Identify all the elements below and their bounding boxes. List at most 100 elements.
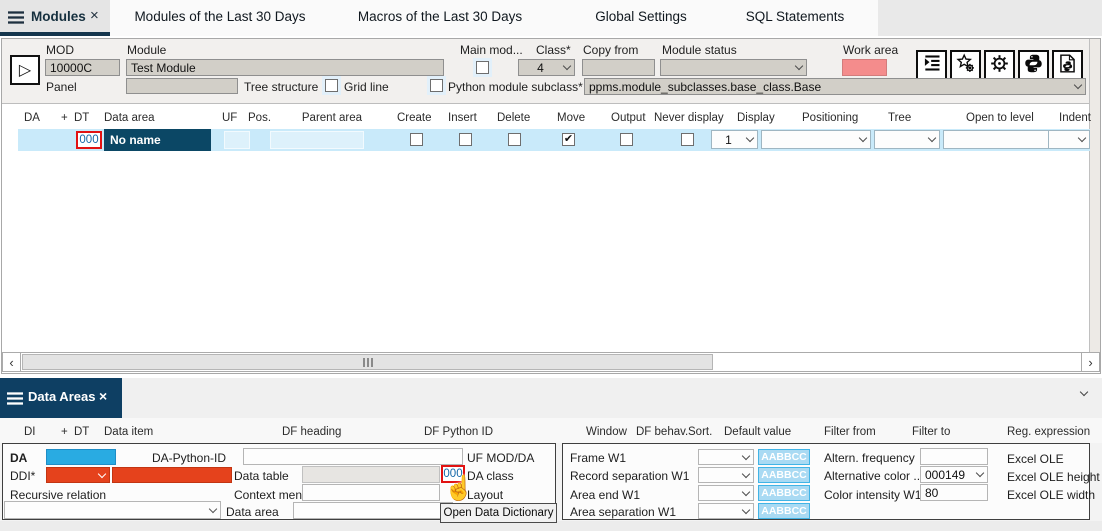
delete-checkbox[interactable] (508, 133, 521, 146)
dt-cell-highlighted[interactable]: 000 (76, 131, 102, 149)
tabbar-filler (878, 0, 1102, 36)
mod-input[interactable]: 10000C (45, 59, 120, 76)
altern-frequency-input[interactable] (920, 448, 988, 465)
create-checkbox[interactable] (410, 133, 423, 146)
module-value: Test Module (131, 61, 196, 75)
chevron-down-icon (859, 134, 867, 142)
display-select[interactable]: 1 (711, 130, 758, 149)
settings-button[interactable] (984, 50, 1015, 81)
work-area-input[interactable] (842, 59, 887, 76)
scrollbar-thumb[interactable] (22, 354, 713, 370)
python-subclass-checkbox[interactable] (430, 79, 443, 92)
parent-area-cell[interactable] (270, 131, 364, 149)
never-display-checkbox[interactable] (681, 133, 694, 146)
col-window: Window (586, 426, 627, 439)
color-intensity-w1-input[interactable]: 80 (920, 484, 988, 501)
data-area-label: Data area (226, 505, 279, 519)
col-sort: Sort. (688, 426, 712, 439)
col-di: DI (24, 426, 36, 439)
add-row-button[interactable]: + (61, 112, 68, 125)
area-separation-color-chip[interactable]: AABBCC (758, 503, 810, 519)
data-area-input[interactable] (293, 502, 453, 519)
class-select[interactable]: 4 (518, 59, 575, 76)
col-indent: Indent (1059, 112, 1091, 125)
move-checkbox[interactable]: ✔ (562, 133, 575, 146)
uf-mod-da-label: UF MOD/DA (467, 451, 534, 465)
arrow-right-icon: › (1088, 355, 1092, 370)
run-module-button[interactable]: ▷ (10, 55, 40, 85)
col-positioning: Positioning (802, 112, 858, 125)
context-menu-input[interactable] (302, 484, 440, 501)
module-status-select[interactable] (660, 59, 807, 76)
chevron-down-icon (742, 451, 750, 459)
frame-w1-select[interactable] (698, 449, 754, 465)
chevron-down-icon (1078, 134, 1086, 142)
tab-sql-statements[interactable]: SQL Statements (731, 9, 859, 24)
grid-line-checkbox[interactable] (325, 79, 338, 92)
menu-icon[interactable] (7, 392, 23, 410)
star-gear-settings-button[interactable] (950, 50, 981, 81)
tree-structure-label: Tree structure (244, 80, 318, 94)
chevron-down-icon (742, 505, 750, 513)
record-separation-w1-select[interactable] (698, 467, 754, 483)
python-subclass-select[interactable]: ppms.module_subclasses.base_class.Base (584, 78, 1086, 95)
color-intensity-w1-label: Color intensity W1 (824, 488, 921, 502)
panel-label: Panel (46, 80, 77, 94)
recursive-relation-select[interactable] (4, 501, 221, 519)
panel-input[interactable] (126, 78, 238, 94)
frame-w1-label: Frame W1 (570, 451, 626, 465)
data-table-label: Data table (234, 469, 289, 483)
run-macro-list-button[interactable] (916, 50, 947, 81)
area-separation-w1-select[interactable] (698, 503, 754, 519)
menu-icon[interactable] (8, 11, 24, 29)
da-python-id-input[interactable] (243, 448, 463, 465)
main-mod-checkbox[interactable] (476, 61, 489, 74)
insert-checkbox[interactable] (459, 133, 472, 146)
output-checkbox[interactable] (620, 133, 633, 146)
col-df-behav: DF behav. (636, 426, 688, 439)
da-field[interactable] (46, 449, 116, 465)
chevron-down-icon (976, 469, 984, 477)
ddi-field[interactable] (112, 467, 232, 483)
close-tab-icon[interactable]: × (99, 388, 107, 404)
grid-line-label: Grid line (344, 80, 389, 94)
python-subclass-label: Python module subclass* (448, 80, 583, 94)
alternative-color-select[interactable]: 000149 (920, 466, 988, 483)
chevron-down-icon (98, 469, 106, 477)
col-df-heading: DF heading (282, 426, 341, 439)
vertical-scrollbar[interactable] (1089, 39, 1100, 352)
data-area-cell-selected[interactable]: No name (104, 129, 211, 151)
ddi-select[interactable] (46, 467, 110, 483)
open-to-level-input[interactable] (943, 130, 1055, 149)
tab-global-settings[interactable]: Global Settings (578, 9, 704, 24)
record-separation-color-chip[interactable]: AABBCC (758, 467, 810, 483)
add-item-button[interactable]: + (61, 426, 68, 439)
tab-macros-last-30-days[interactable]: Macros of the Last 30 Days (345, 9, 535, 24)
close-tab-icon[interactable]: × (90, 7, 99, 24)
area-end-color-chip[interactable]: AABBCC (758, 485, 810, 501)
module-status-label: Module status (662, 43, 737, 57)
tab-modules-last-30-days[interactable]: Modules of the Last 30 Days (125, 9, 315, 24)
python-file-button[interactable] (1052, 50, 1083, 81)
col-pos: Pos. (248, 112, 271, 125)
copy-from-input[interactable] (582, 59, 655, 76)
col-insert: Insert (448, 112, 477, 125)
area-end-w1-select[interactable] (698, 485, 754, 501)
python-button[interactable] (1018, 50, 1049, 81)
scroll-right-button[interactable]: › (1081, 353, 1099, 371)
tree-select[interactable] (874, 130, 940, 149)
horizontal-scrollbar[interactable]: ‹ › (2, 352, 1100, 372)
chevron-down-icon (795, 62, 803, 70)
col-display: Display (737, 112, 775, 125)
scroll-left-button[interactable]: ‹ (3, 353, 21, 371)
module-input[interactable]: Test Module (126, 59, 444, 76)
positioning-select[interactable] (761, 130, 871, 149)
frame-color-chip[interactable]: AABBCC (758, 449, 810, 465)
tab-modules[interactable]: Modules × (0, 0, 110, 36)
python-icon (1023, 53, 1044, 79)
work-area-label: Work area (843, 43, 898, 57)
tab-data-areas[interactable]: Data Areas × (0, 378, 122, 418)
data-table-input[interactable] (302, 466, 440, 483)
indent-select[interactable] (1048, 130, 1090, 149)
uf-cell[interactable] (224, 131, 250, 149)
